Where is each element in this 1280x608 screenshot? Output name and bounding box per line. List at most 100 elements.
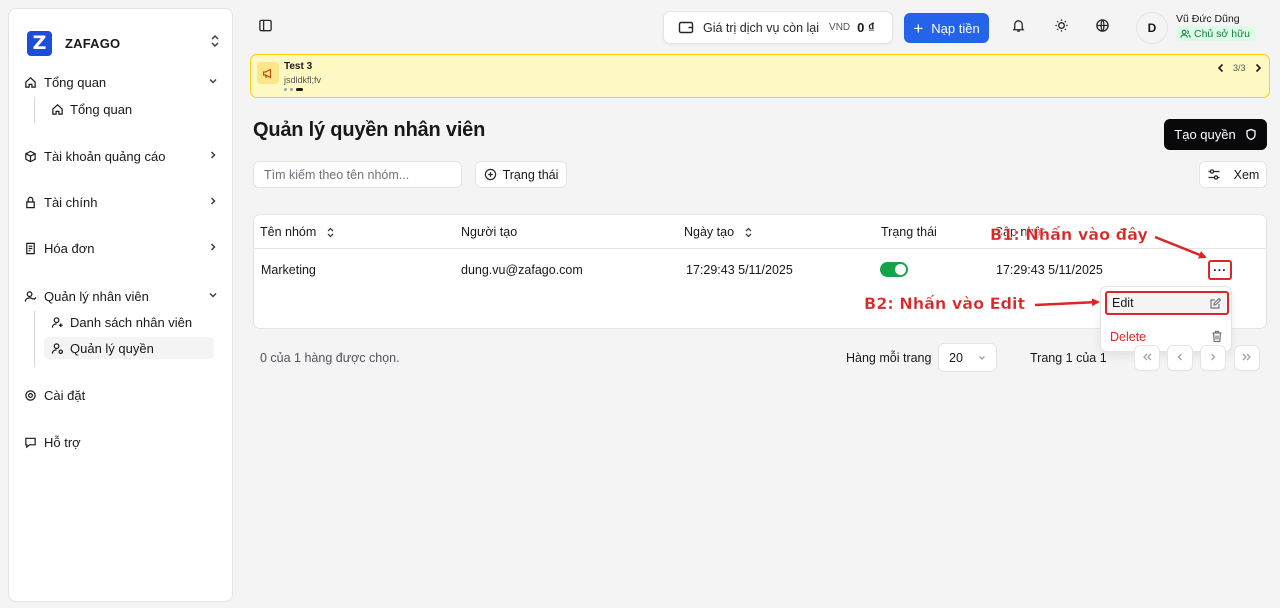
sidebar-item-staff-management[interactable]: Quản lý nhân viên [21, 285, 225, 307]
banner-dot[interactable] [290, 88, 293, 91]
sort-icon[interactable] [744, 227, 753, 238]
column-header-group-name[interactable]: Tên nhóm [260, 225, 335, 239]
topup-button[interactable]: + Nạp tiền [904, 13, 989, 43]
search-input[interactable] [253, 161, 462, 188]
row-actions-menu: Edit Delete [1100, 286, 1232, 352]
bell-icon [1011, 18, 1026, 38]
sidebar-item-finance[interactable]: Tài chính [21, 191, 225, 213]
create-permission-label: Tạo quyền [1174, 127, 1236, 142]
column-header-label: Người tạo [461, 225, 518, 239]
submenu-line [34, 97, 35, 123]
sidebar-item-support[interactable]: Hỗ trợ [21, 431, 225, 453]
chevrons-right-icon [1241, 349, 1253, 367]
row-actions-button[interactable]: ··· [1208, 260, 1232, 280]
previous-page-button[interactable] [1167, 345, 1193, 371]
status-filter-label: Trạng thái [502, 167, 559, 182]
rows-per-page-value: 20 [949, 350, 963, 365]
notifications-button[interactable] [1008, 18, 1028, 38]
cell-created-at: 17:29:43 5/11/2025 [686, 263, 793, 277]
status-toggle[interactable] [880, 262, 908, 277]
sort-icon[interactable] [326, 227, 335, 238]
annotation-step1: B1: Nhấn vào đây [990, 225, 1148, 244]
sidebar-subitem-label: Danh sách nhân viên [70, 314, 193, 330]
sidebar-subitem-permissions[interactable]: Quản lý quyền [44, 337, 214, 359]
gear-icon [23, 388, 37, 402]
announcement-banner: Test 3 jsdldkfl;fv 3/3 [250, 54, 1270, 98]
sidebar-item-ad-accounts[interactable]: Tài khoản quảng cáo [21, 145, 225, 167]
topup-label: Nạp tiền [931, 20, 980, 36]
chevrons-up-down-icon [209, 34, 221, 53]
rows-per-page-label: Hàng mỗi trang [846, 351, 932, 365]
user-cog-icon [50, 341, 64, 355]
sidebar-subitem-label: Quản lý quyền [70, 340, 154, 356]
column-header-status: Trạng thái [881, 225, 937, 239]
create-permission-button[interactable]: Tạo quyền [1164, 119, 1267, 150]
wallet-icon [678, 20, 694, 35]
workspace-switcher[interactable]: Z ZAFAGO [27, 23, 227, 63]
status-filter-button[interactable]: Trạng thái [475, 161, 567, 188]
view-options-button[interactable]: Xem [1199, 161, 1267, 188]
sidebar-item-label: Quản lý nhân viên [44, 288, 149, 304]
brand-name: ZAFAGO [65, 35, 121, 51]
sidebar-item-label: Cài đặt [44, 387, 86, 403]
menu-item-label: Edit [1112, 296, 1134, 310]
chevron-down-icon [207, 289, 219, 304]
chevron-down-icon [207, 75, 219, 90]
toggle-sidebar-button[interactable] [255, 18, 275, 38]
rows-per-page-select[interactable]: 20 [938, 343, 997, 372]
sidebar-item-label: Hóa đơn [44, 240, 95, 256]
receipt-icon [23, 241, 37, 255]
more-horizontal-icon: ··· [1213, 263, 1227, 277]
theme-toggle-button[interactable] [1051, 18, 1071, 38]
chevron-left-icon [1175, 349, 1185, 367]
service-balance-widget[interactable]: Giá trị dịch vụ còn lại VND 0 ₫ [663, 11, 893, 44]
banner-dot-active[interactable] [296, 88, 303, 91]
column-header-creator: Người tạo [461, 225, 517, 239]
sidebar-item-label: Tài chính [44, 194, 98, 210]
balance-label: Giá trị dịch vụ còn lại [703, 20, 820, 35]
page-title: Quản lý quyền nhân viên [253, 119, 486, 141]
cell-group-name: Marketing [261, 263, 316, 277]
next-page-button[interactable] [1200, 345, 1226, 371]
shield-icon [1245, 128, 1257, 141]
chevron-right-icon [207, 149, 219, 164]
chevron-left-icon[interactable] [1215, 61, 1227, 80]
banner-counter: 3/3 [1233, 63, 1246, 73]
sidebar-subitem-staff-list[interactable]: Danh sách nhân viên [44, 311, 214, 333]
first-page-button[interactable] [1134, 345, 1160, 371]
column-header-created-at[interactable]: Ngày tạo [684, 225, 753, 239]
sliders-icon [1207, 168, 1221, 181]
column-header-label: Trạng thái [881, 225, 937, 239]
role-badge: Chủ sở hữu [1176, 26, 1256, 41]
currency-label: VND [829, 22, 851, 33]
panel-left-icon [258, 18, 273, 38]
avatar[interactable]: D [1136, 12, 1168, 44]
plus-icon: + [913, 18, 924, 38]
user-icon [23, 289, 37, 303]
chevron-right-icon [207, 241, 219, 256]
banner-dot[interactable] [284, 88, 287, 91]
language-button[interactable] [1092, 18, 1112, 38]
chevron-right-icon[interactable] [1252, 61, 1264, 80]
selected-rows-info: 0 của 1 hàng được chọn. [260, 351, 400, 365]
banner-pagination-dots [284, 88, 303, 91]
last-page-button[interactable] [1234, 345, 1260, 371]
submenu-line [34, 311, 35, 367]
column-header-label: Tên nhóm [260, 225, 317, 239]
sidebar-item-overview[interactable]: Tổng quan [21, 71, 225, 93]
wallet-icon [23, 195, 37, 209]
globe-icon [1095, 18, 1110, 38]
user-name: Vũ Đức Dũng [1176, 13, 1240, 25]
annotation-step2: B2: Nhấn vào Edit [864, 294, 1026, 313]
sidebar-item-settings[interactable]: Cài đặt [21, 384, 225, 406]
menu-item-label: Delete [1110, 330, 1147, 344]
sidebar-subitem-overview[interactable]: Tổng quan [44, 98, 214, 120]
chevron-right-icon [1208, 349, 1218, 367]
cell-creator: dung.vu@zafago.com [461, 263, 583, 277]
column-header-label: Ngày tạo [684, 225, 735, 239]
box-icon [23, 149, 37, 163]
banner-title: Test 3 [284, 61, 313, 72]
menu-item-edit[interactable]: Edit [1105, 291, 1229, 315]
chevrons-left-icon [1141, 349, 1153, 367]
sidebar-item-invoices[interactable]: Hóa đơn [21, 237, 225, 259]
